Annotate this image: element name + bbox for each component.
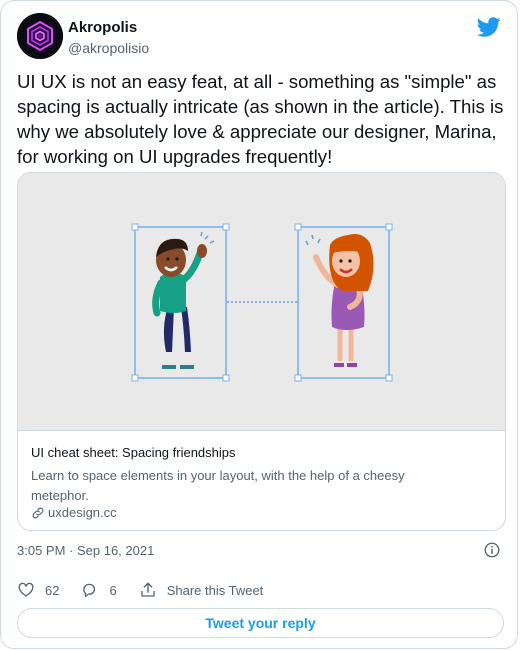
card-title[interactable]: UI cheat sheet: Spacing friendships [31,445,236,460]
comment-icon [83,583,96,598]
tweet-card: Akropolis @akropolisio UI UX is not an e… [0,0,518,649]
link-card[interactable]: UI cheat sheet: Spacing friendships Lear… [17,172,506,531]
reply-count: 6 [109,582,117,598]
info-icon[interactable] [483,541,501,559]
girl-character [305,234,374,367]
tweet-actions: 62 6 Share this Tweet [17,579,285,601]
card-domain-text: uxdesign.cc [48,505,117,520]
tweet-text: UI UX is not an easy feat, at all - some… [17,71,504,167]
like-button[interactable]: 62 [17,581,59,599]
tweet-header: Akropolis @akropolisio [17,13,501,61]
tweet-reply-button[interactable]: Tweet your reply [17,608,504,638]
card-illustration [131,223,393,382]
card-domain[interactable]: uxdesign.cc [31,505,117,520]
share-icon [141,582,155,597]
link-icon [32,507,44,518]
twitter-bird-icon[interactable] [477,15,501,39]
share-button[interactable]: Share this Tweet [139,581,264,599]
card-description: Learn to space elements in your layout, … [31,468,405,503]
avatar[interactable] [17,13,63,59]
card-image [18,173,505,431]
user-handle[interactable]: @akropolisio [68,40,149,56]
heart-icon [18,582,34,597]
display-name[interactable]: Akropolis [68,19,137,36]
like-count: 62 [45,582,60,598]
share-label: Share this Tweet [166,582,264,598]
tweet-timestamp[interactable]: 3:05 PM · Sep 16, 2021 [17,543,154,558]
reply-button[interactable]: 6 [81,581,117,599]
boy-character [152,231,215,369]
akropolis-logo-icon [17,13,63,59]
